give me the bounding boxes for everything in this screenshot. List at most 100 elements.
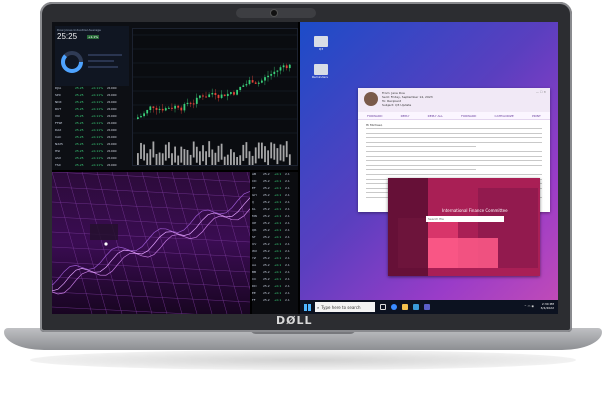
desktop-icon-reminders[interactable]: Reminders (312, 64, 328, 79)
candle-body (155, 107, 158, 110)
market-cell: TSX (55, 163, 61, 167)
market-row[interactable]: DJIA 25.25 +0.11% 21000 (55, 86, 129, 93)
ticker-row[interactable]: DD 25.2 +0.1 2.1 (252, 284, 298, 291)
taskbar-clock[interactable]: 2:30 PM 3/4/2022 (541, 302, 554, 310)
ticker-row[interactable]: EF 25.2 +0.1 2.1 (252, 186, 298, 193)
market-row[interactable]: N225 25.25 +0.11% 21000 (55, 142, 129, 149)
ticker-cell: ST (252, 235, 256, 239)
ticker-cell: MN (252, 214, 257, 218)
quote-card[interactable]: Dow Jones Industrial Average 25:25 +1.1% (55, 26, 129, 86)
ticker-cell: 25.2 (263, 221, 270, 225)
ticker-row[interactable]: OP 25.2 +0.1 2.1 (252, 221, 298, 228)
tab-categorize[interactable]: CATEGORIZE (495, 114, 514, 118)
mail-text-line (366, 155, 542, 157)
candle-body (211, 93, 214, 95)
market-row[interactable]: TSX 25.25 +0.11% 21000 (55, 163, 129, 170)
task-view-icon[interactable] (380, 304, 386, 310)
ticker-cell: 2.1 (285, 186, 290, 190)
ticker-row[interactable]: ST 25.2 +0.1 2.1 (252, 235, 298, 242)
analytics-wave-chart[interactable] (52, 171, 288, 314)
brand-logo: DØLL (276, 314, 313, 327)
ticker-cell: +0.1 (274, 186, 282, 190)
taskbar-search-placeholder: Type here to search (321, 304, 361, 310)
ticker-cell: AA (252, 263, 257, 267)
candle-body (208, 94, 211, 98)
tab-forward-2[interactable]: FORWARD (461, 114, 476, 118)
desktop-icon-q3[interactable]: Q3 (314, 36, 328, 51)
candle-body (161, 108, 164, 111)
market-row[interactable]: NDX 25.25 +0.11% 21000 (55, 100, 129, 107)
ticker-row[interactable]: EE 25.2 +0.1 2.1 (252, 291, 298, 298)
market-cell: 21000 (107, 135, 117, 139)
market-row[interactable]: SPX 25.25 +0.11% 21000 (55, 93, 129, 100)
candle-body (192, 103, 195, 105)
market-cell: 25.25 (75, 128, 84, 132)
ticker-row[interactable]: CD 25.2 +0.1 2.1 (252, 179, 298, 186)
market-row[interactable]: FTSE 25.25 +0.11% 21000 (55, 121, 129, 128)
market-cell: ASX (55, 156, 62, 160)
market-row[interactable]: VIX 25.25 +0.11% 21000 (55, 114, 129, 121)
market-cell: +0.11% (91, 86, 104, 90)
finance-search-input[interactable]: Search file (426, 216, 504, 222)
ticker-row[interactable]: IJ 25.2 +0.1 2.1 (252, 200, 298, 207)
ticker-cell: 2.1 (285, 235, 290, 239)
ticker-row[interactable]: FF 25.2 +0.1 2.1 (252, 298, 298, 305)
tab-reply[interactable]: REPLY (401, 114, 410, 118)
ticker-cell: FF (252, 298, 256, 302)
ticker-cell: 2.1 (285, 291, 290, 295)
tab-reply-all[interactable]: REPLY ALL (428, 114, 443, 118)
market-row[interactable]: ASX 25.25 +0.11% 21000 (55, 156, 129, 163)
windows-start-icon[interactable] (304, 303, 311, 311)
ticker-cell: 25.2 (263, 172, 270, 176)
ticker-row[interactable]: KL 25.2 +0.1 2.1 (252, 207, 298, 214)
ticker-row[interactable]: QR 25.2 +0.1 2.1 (252, 228, 298, 235)
ticker-row[interactable]: YZ 25.2 +0.1 2.1 (252, 256, 298, 263)
volume-bar (195, 146, 198, 163)
ticker-cell: EE (252, 291, 256, 295)
market-row[interactable]: HSI 25.25 +0.11% 21000 (55, 149, 129, 156)
ticker-cell: 2.1 (285, 284, 290, 288)
volume-bar (239, 155, 242, 165)
market-cell: NDX (55, 100, 62, 104)
window-controls[interactable]: — ☐ ✕ (536, 90, 546, 94)
tab-print[interactable]: PRINT (532, 114, 541, 118)
market-cell: 25.25 (75, 142, 84, 146)
ticker-cell: +0.1 (274, 256, 282, 260)
volume-bar (152, 141, 155, 158)
chart-marker (104, 242, 108, 246)
ticker-row[interactable]: GH 25.2 +0.1 2.1 (252, 193, 298, 200)
ticker-row[interactable]: MN 25.2 +0.1 2.1 (252, 214, 298, 221)
market-cell: +0.11% (91, 142, 104, 146)
ticker-row[interactable]: AB 25.2 +0.1 2.1 (252, 172, 298, 179)
volume-bar (254, 147, 257, 164)
volume-bar (214, 152, 217, 165)
ticker-row[interactable]: UV 25.2 +0.1 2.1 (252, 242, 298, 249)
edge-browser-icon[interactable] (391, 304, 397, 310)
ticker-row[interactable]: CC 25.2 +0.1 2.1 (252, 277, 298, 284)
candle-body (257, 82, 260, 84)
ticker-cell: +0.1 (274, 249, 282, 253)
ticker-row[interactable]: BB 25.2 +0.1 2.1 (252, 270, 298, 277)
ticker-row[interactable]: AA 25.2 +0.1 2.1 (252, 263, 298, 270)
teams-icon[interactable] (424, 304, 430, 310)
market-cell: +0.11% (91, 107, 104, 111)
ticker-cell: 2.1 (285, 242, 290, 246)
taskbar-search-input[interactable]: ⌕ Type here to search (315, 302, 375, 312)
market-cell: +0.11% (91, 135, 104, 139)
market-row[interactable]: CAC 25.25 +0.11% 21000 (55, 135, 129, 142)
finance-window[interactable]: International Finance Committee Search f… (388, 178, 540, 276)
volume-bar (177, 155, 180, 165)
file-explorer-icon[interactable] (402, 304, 408, 310)
candlestick-chart[interactable] (132, 28, 298, 166)
system-tray[interactable]: ^ ▭ ◉ (524, 304, 534, 308)
grid-line (52, 171, 251, 183)
quote-price: 25:25 (57, 32, 78, 41)
ticker-cell: 25.2 (263, 200, 270, 204)
candle-body (168, 107, 170, 109)
market-row[interactable]: RUT 25.25 +0.11% 21000 (55, 107, 129, 114)
market-row[interactable]: DAX 25.25 +0.11% 21000 (55, 128, 129, 135)
store-icon[interactable] (413, 304, 419, 310)
market-cell: 21000 (107, 114, 117, 118)
tab-forward[interactable]: FORWARD (367, 114, 382, 118)
ticker-row[interactable]: WX 25.2 +0.1 2.1 (252, 249, 298, 256)
